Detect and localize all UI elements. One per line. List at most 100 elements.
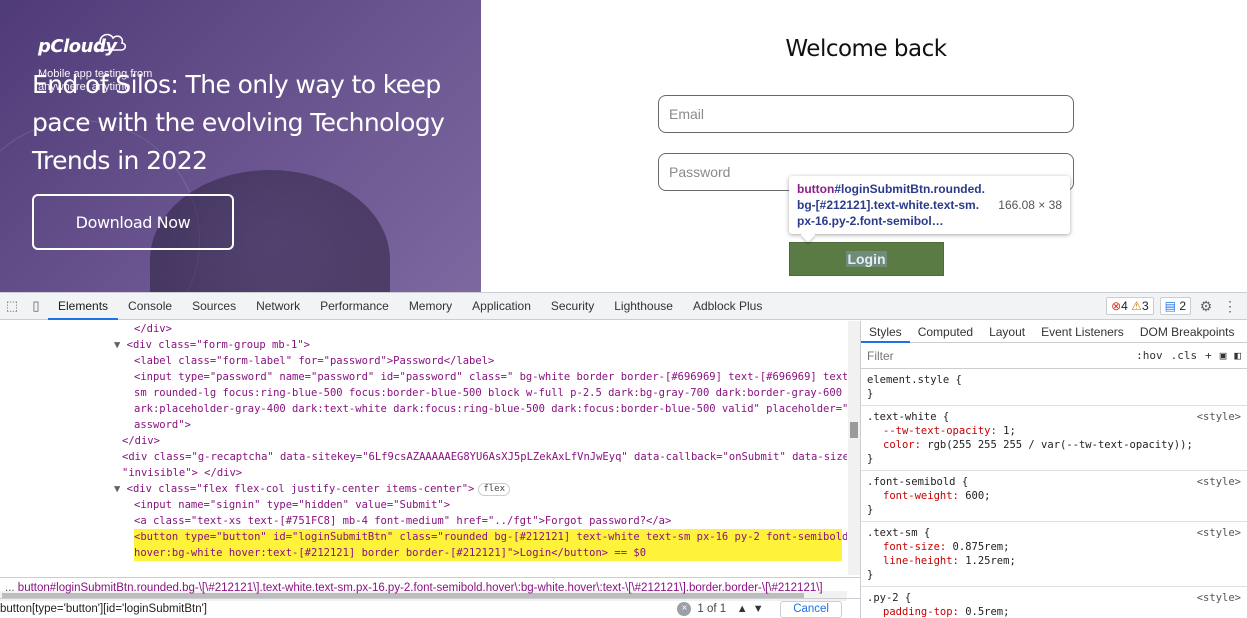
rule-close-brace: }: [867, 569, 874, 581]
rule-selector[interactable]: .font-semibold {: [867, 475, 1241, 489]
hero-title: End of Silos: The only way to keep pace …: [32, 70, 445, 175]
dom-node-line[interactable]: <input name="signin" type="hidden" value…: [134, 497, 450, 513]
devtools-tab-adblock-plus[interactable]: Adblock Plus: [683, 293, 772, 320]
dom-node-text: <div class="form-group mb-1">: [126, 339, 310, 351]
devtools-tab-console[interactable]: Console: [118, 293, 182, 320]
new-rule-icon[interactable]: +: [1205, 349, 1212, 362]
email-placeholder: Email: [669, 106, 705, 122]
devtools-tab-lighthouse[interactable]: Lighthouse: [604, 293, 683, 320]
error-icon: ⊗: [1111, 299, 1122, 313]
dom-node-line[interactable]: <input type="password" name="password" i…: [134, 369, 847, 385]
style-rule[interactable]: .text-sm {<style> font-size: 0.875rem; lin…: [861, 522, 1247, 587]
dom-node-text: hover:bg-white hover:text-[#212121] bord…: [134, 547, 647, 559]
dom-node-text: <div class="flex flex-col justify-center…: [126, 483, 475, 495]
breadcrumb-current[interactable]: button#loginSubmitBtn.rounded.bg-\[\#212…: [18, 582, 823, 594]
dom-node-line[interactable]: <label class="form-label" for="password"…: [134, 353, 494, 369]
breadcrumb-prefix: ...: [5, 582, 15, 594]
issues-badge[interactable]: ⊗4 ⚠3: [1106, 297, 1154, 315]
styles-filter-input[interactable]: Filter: [867, 349, 1128, 363]
devtools-tab-performance[interactable]: Performance: [310, 293, 399, 320]
dom-node-text: <input name="signin" type="hidden" value…: [134, 499, 451, 511]
rule-close-brace: }: [867, 504, 874, 516]
styles-tab-computed[interactable]: Computed: [910, 321, 981, 343]
expand-toggle-icon[interactable]: ▼: [114, 483, 127, 495]
styles-tab-layout[interactable]: Layout: [981, 321, 1033, 343]
scroll-thumb[interactable]: [850, 422, 858, 438]
cls-toggle[interactable]: .cls: [1171, 349, 1198, 362]
dom-node-text: <a class="text-xs text-[#751FC8] mb-4 fo…: [134, 515, 672, 527]
clear-search-icon[interactable]: ×: [677, 602, 692, 616]
dom-node-line[interactable]: <a class="text-xs text-[#751FC8] mb-4 fo…: [134, 513, 671, 529]
inspect-element-icon[interactable]: ⬚: [4, 298, 20, 314]
gear-icon[interactable]: ⚙: [1197, 297, 1215, 315]
breadcrumb[interactable]: ... button#loginSubmitBtn.rounded.bg-\[\…: [0, 577, 860, 597]
messages-badge[interactable]: ▤ 2: [1159, 297, 1191, 315]
rule-selector[interactable]: .text-sm {: [867, 526, 1241, 540]
devtools-tab-memory[interactable]: Memory: [399, 293, 462, 320]
style-rule[interactable]: .font-semibold {<style> font-weight: 600;…: [861, 471, 1247, 522]
device-toolbar-icon[interactable]: ▯: [28, 298, 44, 314]
kebab-menu-icon[interactable]: ⋮: [1221, 297, 1239, 315]
dom-node-line[interactable]: "invisible"> </div>: [122, 465, 242, 481]
expand-toggle-icon[interactable]: ▼: [114, 339, 127, 351]
dom-node-line[interactable]: <button type="button" id="loginSubmitBtn…: [134, 529, 847, 545]
styles-tab-event-listeners[interactable]: Event Listeners: [1033, 321, 1132, 343]
dom-node-line[interactable]: ▼ <div class="form-group mb-1">: [114, 337, 310, 353]
styles-tabbar: Styles Computed Layout Event Listeners DOM B…: [861, 321, 1247, 343]
paint-icon[interactable]: ▣: [1220, 349, 1227, 362]
rule-property[interactable]: padding-top: 0.5rem;: [867, 605, 1241, 618]
hov-toggle[interactable]: :hov: [1136, 349, 1163, 362]
search-next-icon[interactable]: ▼: [750, 603, 766, 615]
login-panel: Welcome back Email Password Login button…: [481, 0, 1247, 292]
style-rule[interactable]: .py-2 {<style>padding-top: 0.5rem;paddin…: [861, 587, 1247, 618]
rule-property[interactable]: line-height: 1.25rem;: [867, 554, 1241, 568]
rule-source-link[interactable]: <style>: [1197, 475, 1241, 489]
devtools-tab-security[interactable]: Security: [541, 293, 604, 320]
sidebar-toggle-icon[interactable]: ◧: [1234, 349, 1241, 362]
pcloudy-logo[interactable]: pCloudy Mobile app testing from anywhere…: [38, 33, 152, 93]
rule-source-link[interactable]: <style>: [1197, 526, 1241, 540]
devtools-tab-sources[interactable]: Sources: [182, 293, 246, 320]
warning-icon: ⚠: [1131, 299, 1142, 313]
style-rule[interactable]: element.style {}: [861, 369, 1247, 406]
dom-tree[interactable]: </div> ▼ <div class="form-group mb-1"> <la…: [0, 321, 847, 591]
rule-selector[interactable]: element.style {: [867, 373, 1241, 387]
rule-selector[interactable]: .text-white {: [867, 410, 1241, 424]
rule-source-link[interactable]: <style>: [1197, 591, 1241, 605]
rule-property[interactable]: color: rgb(255 255 255 / var(--tw-text-o…: [867, 438, 1241, 452]
devtools-tab-network[interactable]: Network: [246, 293, 310, 320]
style-rule[interactable]: .text-white {<style> --tw-text-opacity: 1…: [861, 406, 1247, 471]
dom-node-line[interactable]: ark:placeholder-gray-400 dark:text-white…: [134, 401, 847, 417]
rule-property[interactable]: --tw-text-opacity: 1;: [867, 424, 1241, 438]
dom-node-line[interactable]: sm rounded-lg focus:ring-blue-500 focus:…: [134, 385, 847, 401]
login-button[interactable]: Login: [789, 242, 944, 276]
dom-node-line[interactable]: <div class="g-recaptcha" data-sitekey="6…: [122, 449, 847, 465]
styles-tab-styles[interactable]: Styles: [861, 321, 910, 343]
dom-vertical-scrollbar[interactable]: [848, 321, 860, 575]
download-now-button[interactable]: Download Now: [32, 194, 234, 250]
inspect-tooltip: button#loginSubmitBtn.rounded. bg-[#2121…: [789, 176, 1070, 234]
more-tabs-icon[interactable]: »: [1243, 321, 1247, 343]
dom-node-line[interactable]: assword">: [134, 417, 191, 433]
dom-node-line[interactable]: hover:bg-white hover:text-[#212121] bord…: [134, 545, 842, 561]
search-input[interactable]: button[type='button'][id='loginSubmitBtn…: [0, 603, 677, 615]
rule-property[interactable]: font-weight: 600;: [867, 489, 1241, 503]
styles-tab-dom-breakpoints[interactable]: DOM Breakpoints: [1132, 321, 1243, 343]
dom-node-line[interactable]: </div>: [134, 321, 172, 337]
warning-count: 3: [1141, 299, 1149, 313]
devtools-tab-application[interactable]: Application: [462, 293, 541, 320]
search-prev-icon[interactable]: ▲: [734, 603, 750, 615]
devtools-status: ⊗4 ⚠3 ▤ 2 ⚙ ⋮: [1106, 297, 1239, 315]
devtools-tab-elements[interactable]: Elements: [48, 293, 119, 320]
tooltip-tag: button: [797, 182, 835, 196]
style-rules: element.style {} .text-white {<style> --tw…: [861, 369, 1247, 618]
rule-selector[interactable]: .py-2 {: [867, 591, 1241, 605]
rule-property[interactable]: font-size: 0.875rem;: [867, 540, 1241, 554]
email-field[interactable]: Email: [658, 95, 1074, 133]
search-cancel-button[interactable]: Cancel: [780, 600, 842, 618]
dom-node-text: <div class="g-recaptcha" data-sitekey="6…: [122, 451, 847, 463]
flex-badge[interactable]: flex: [478, 482, 511, 496]
dom-node-line[interactable]: </div>: [122, 433, 160, 449]
rule-source-link[interactable]: <style>: [1197, 410, 1241, 424]
dom-node-line[interactable]: ▼ <div class="flex flex-col justify-cent…: [114, 481, 511, 497]
